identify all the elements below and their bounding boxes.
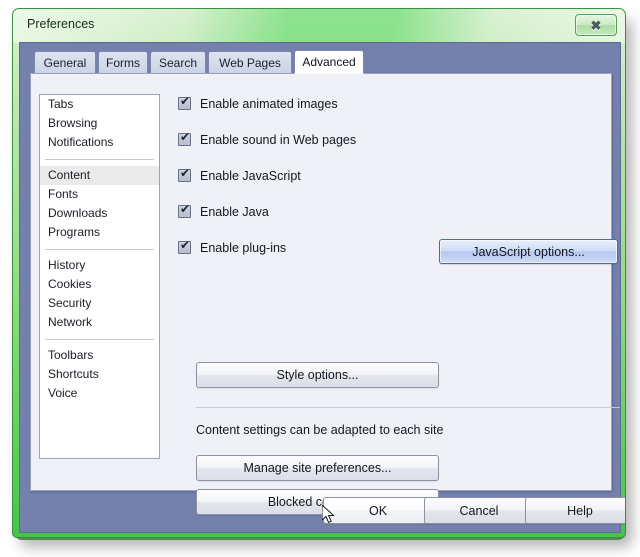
checkmark-icon: ✔	[180, 203, 190, 216]
advanced-panel: Tabs Browsing Notifications Content Fonts Dow…	[30, 73, 612, 491]
sidebar-item-programs[interactable]: Programs	[40, 223, 159, 242]
category-list[interactable]: Tabs Browsing Notifications Content Fonts Dow…	[39, 94, 160, 459]
sidebar-item-content[interactable]: Content	[40, 166, 159, 185]
setting-row-enable-animated-images[interactable]: ✔ Enable animated images	[178, 94, 603, 113]
sidebar-item-network[interactable]: Network	[40, 313, 159, 332]
checkmark-icon: ✔	[180, 95, 190, 108]
checkbox-enable-animated-images[interactable]: ✔	[178, 97, 191, 110]
button-label: Cancel	[460, 504, 499, 518]
tab-web-pages[interactable]: Web Pages	[208, 51, 292, 74]
button-label: Manage site preferences...	[244, 461, 392, 475]
help-button[interactable]: Help	[525, 497, 626, 524]
sidebar-item-voice[interactable]: Voice	[40, 384, 159, 403]
sidebar-separator	[45, 249, 154, 250]
sidebar-item-label: Security	[48, 296, 91, 310]
close-icon: ✖	[576, 15, 616, 35]
sidebar-item-toolbars[interactable]: Toolbars	[40, 346, 159, 365]
tab-forms[interactable]: Forms	[98, 51, 148, 74]
tab-label: General	[44, 56, 87, 70]
dialog-action-bar: OK Cancel Help	[20, 497, 622, 533]
sidebar-item-downloads[interactable]: Downloads	[40, 204, 159, 223]
tab-label: Search	[159, 56, 197, 70]
sidebar-separator	[45, 339, 154, 340]
sidebar-item-tabs[interactable]: Tabs	[40, 95, 159, 114]
sidebar-item-notifications[interactable]: Notifications	[40, 133, 159, 152]
site-settings-note: Content settings can be adapted to each …	[196, 423, 443, 437]
tab-label: Forms	[106, 56, 140, 70]
sidebar-item-label: Downloads	[48, 206, 107, 220]
style-options-button[interactable]: Style options...	[196, 362, 439, 388]
checkbox-enable-javascript[interactable]: ✔	[178, 169, 191, 182]
manage-site-preferences-button[interactable]: Manage site preferences...	[196, 455, 439, 481]
ok-button[interactable]: OK	[323, 497, 433, 524]
section-divider	[196, 407, 620, 408]
sidebar-item-browsing[interactable]: Browsing	[40, 114, 159, 133]
checkbox-label: Enable JavaScript	[200, 169, 301, 183]
checkbox-label: Enable Java	[200, 205, 269, 219]
setting-row-enable-sound-in-web-pages[interactable]: ✔ Enable sound in Web pages	[178, 130, 603, 149]
sidebar-item-label: Cookies	[48, 277, 91, 291]
sidebar-item-label: Toolbars	[48, 348, 93, 362]
javascript-options-button[interactable]: JavaScript options...	[439, 239, 618, 264]
setting-row-enable-java[interactable]: ✔ Enable Java	[178, 202, 603, 221]
checkmark-icon: ✔	[180, 131, 190, 144]
tab-advanced[interactable]: Advanced	[294, 50, 364, 74]
sidebar-item-fonts[interactable]: Fonts	[40, 185, 159, 204]
button-label: OK	[369, 504, 387, 518]
tab-label: Web Pages	[219, 56, 281, 70]
tab-bar: General Forms Search Web Pages Advanced	[20, 51, 622, 74]
dialog-body: General Forms Search Web Pages Advanced …	[19, 42, 621, 533]
sidebar-item-label: Shortcuts	[48, 367, 99, 381]
screen: Preferences ✖ General Forms Search Web P…	[0, 0, 640, 557]
tab-label: Advanced	[302, 55, 355, 69]
sidebar-item-label: Browsing	[48, 116, 97, 130]
checkbox-label: Enable sound in Web pages	[200, 133, 356, 147]
checkmark-icon: ✔	[180, 239, 190, 252]
button-label: Style options...	[277, 368, 359, 382]
window-title: Preferences	[27, 17, 94, 31]
sidebar-item-security[interactable]: Security	[40, 294, 159, 313]
button-label: JavaScript options...	[472, 245, 585, 259]
sidebar-item-label: Content	[48, 168, 90, 182]
sidebar-item-label: Programs	[48, 225, 100, 239]
checkbox-enable-sound-in-web-pages[interactable]: ✔	[178, 133, 191, 146]
sidebar-item-shortcuts[interactable]: Shortcuts	[40, 365, 159, 384]
checkbox-enable-plug-ins[interactable]: ✔	[178, 241, 191, 254]
sidebar-item-cookies[interactable]: Cookies	[40, 275, 159, 294]
sidebar-separator	[45, 159, 154, 160]
sidebar-item-label: History	[48, 258, 85, 272]
cancel-button[interactable]: Cancel	[424, 497, 534, 524]
checkmark-icon: ✔	[180, 167, 190, 180]
checkbox-label: Enable animated images	[200, 97, 338, 111]
sidebar-item-label: Fonts	[48, 187, 78, 201]
sidebar-item-label: Tabs	[48, 97, 73, 111]
sidebar-item-label: Notifications	[48, 135, 113, 149]
checkbox-enable-java[interactable]: ✔	[178, 205, 191, 218]
sidebar-item-label: Voice	[48, 386, 77, 400]
preferences-window: Preferences ✖ General Forms Search Web P…	[12, 8, 626, 538]
tab-general[interactable]: General	[34, 51, 96, 74]
title-bar[interactable]: Preferences ✖	[13, 9, 626, 42]
close-button[interactable]: ✖	[575, 14, 617, 36]
sidebar-item-history[interactable]: History	[40, 256, 159, 275]
button-label: Help	[567, 504, 593, 518]
sidebar-item-label: Network	[48, 315, 92, 329]
tab-search[interactable]: Search	[150, 51, 206, 74]
checkbox-label: Enable plug-ins	[200, 241, 286, 255]
setting-row-enable-javascript[interactable]: ✔ Enable JavaScript	[178, 166, 603, 185]
